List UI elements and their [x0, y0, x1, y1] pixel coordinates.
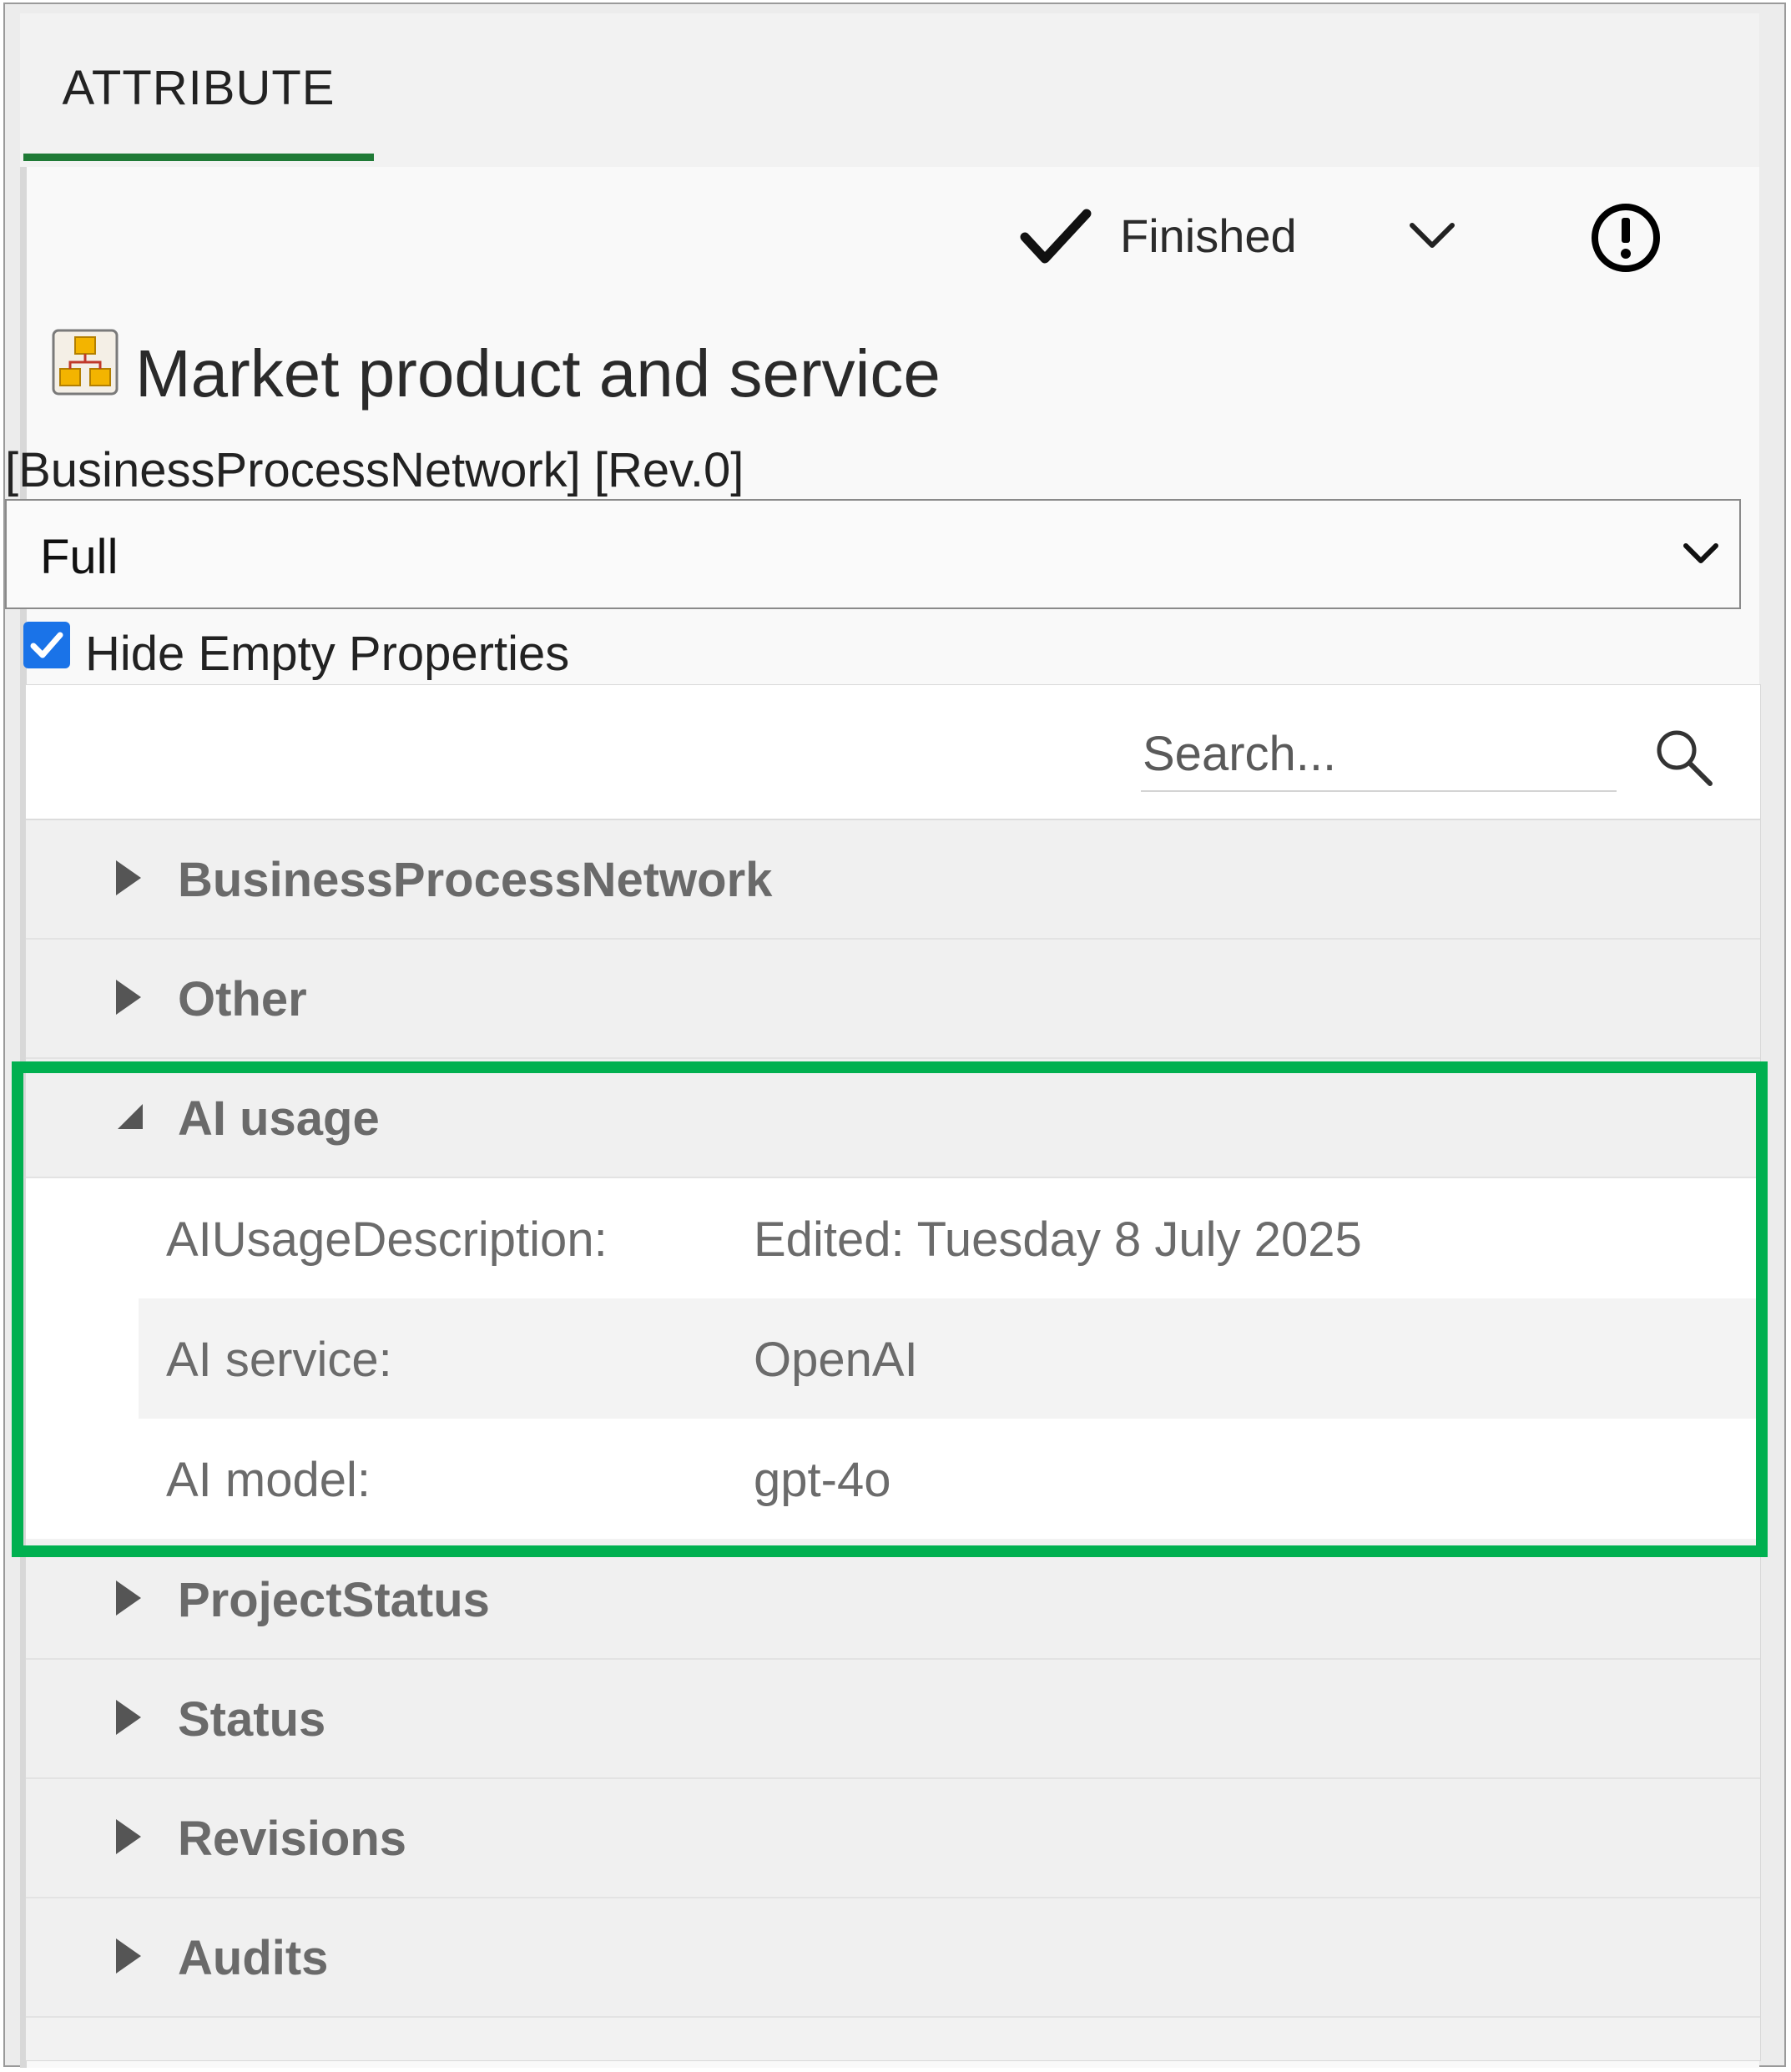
property-value[interactable]: OpenAI — [754, 1332, 918, 1388]
caret-right-icon — [116, 860, 141, 895]
hide-empty-checkbox[interactable] — [23, 622, 70, 668]
category-label: Revisions — [178, 1812, 406, 1866]
category-label: BusinessProcessNetwork — [178, 853, 773, 907]
chevron-down-icon — [1683, 543, 1718, 563]
caret-right-icon — [116, 1819, 141, 1854]
search-input[interactable] — [1141, 717, 1617, 792]
property-value[interactable]: Edited: Tuesday 8 July 2025 — [754, 1212, 1362, 1268]
category-label: AI usage — [178, 1091, 380, 1146]
tab-attribute[interactable]: ATTRIBUTE — [23, 13, 374, 162]
property-key: AI model: — [166, 1453, 371, 1507]
property-row-ai-model: AI model: gpt-4o — [26, 1419, 1760, 1539]
view-mode-value: Full — [40, 530, 119, 584]
property-key: AI service: — [166, 1333, 392, 1387]
category-label: Status — [178, 1692, 326, 1747]
category-other[interactable]: Other — [26, 940, 1760, 1059]
caret-right-icon — [116, 1700, 141, 1735]
status-label[interactable]: Finished — [1120, 209, 1297, 263]
category-projectstatus[interactable]: ProjectStatus — [26, 1540, 1760, 1660]
search-bar — [26, 685, 1760, 820]
category-revisions[interactable]: Revisions — [26, 1779, 1760, 1898]
caret-expanded-icon — [118, 1104, 143, 1129]
check-icon — [30, 632, 63, 658]
object-title: Market product and service — [135, 336, 941, 411]
row-gutter — [26, 1298, 139, 1419]
caret-right-icon — [116, 980, 141, 1015]
tab-active-indicator — [23, 154, 374, 161]
category-audits[interactable]: Audits — [26, 1898, 1760, 2018]
checkmark-icon — [1020, 209, 1092, 264]
search-icon[interactable] — [1652, 725, 1715, 789]
property-value[interactable]: gpt-4o — [754, 1452, 890, 1508]
object-type-revision: [BusinessProcessNetwork] [Rev.0] — [5, 443, 744, 497]
category-label: ProjectStatus — [178, 1573, 490, 1627]
category-label: Other — [178, 972, 307, 1026]
caret-right-icon — [116, 1580, 141, 1616]
category-businessprocessnetwork[interactable]: BusinessProcessNetwork — [26, 820, 1760, 940]
category-status[interactable]: Status — [26, 1660, 1760, 1779]
category-ai-usage[interactable]: AI usage — [26, 1059, 1760, 1178]
property-key: AIUsageDescription: — [166, 1212, 608, 1267]
chevron-down-icon[interactable] — [1407, 219, 1457, 252]
property-row-ai-service: AI service: OpenAI — [26, 1298, 1760, 1419]
tab-bar: ATTRIBUTE — [20, 13, 1759, 167]
category-label: Audits — [178, 1931, 329, 1985]
view-mode-select[interactable]: Full — [5, 499, 1741, 609]
alert-icon[interactable] — [1589, 201, 1662, 275]
property-row-ai-usage-description: AIUsageDescription: Edited: Tuesday 8 Ju… — [26, 1178, 1760, 1298]
property-grid: BusinessProcessNetwork Other AI usage AI… — [25, 684, 1761, 2061]
hide-empty-label[interactable]: Hide Empty Properties — [85, 626, 569, 682]
business-process-network-icon — [52, 329, 119, 396]
caret-right-icon — [116, 1938, 141, 1974]
